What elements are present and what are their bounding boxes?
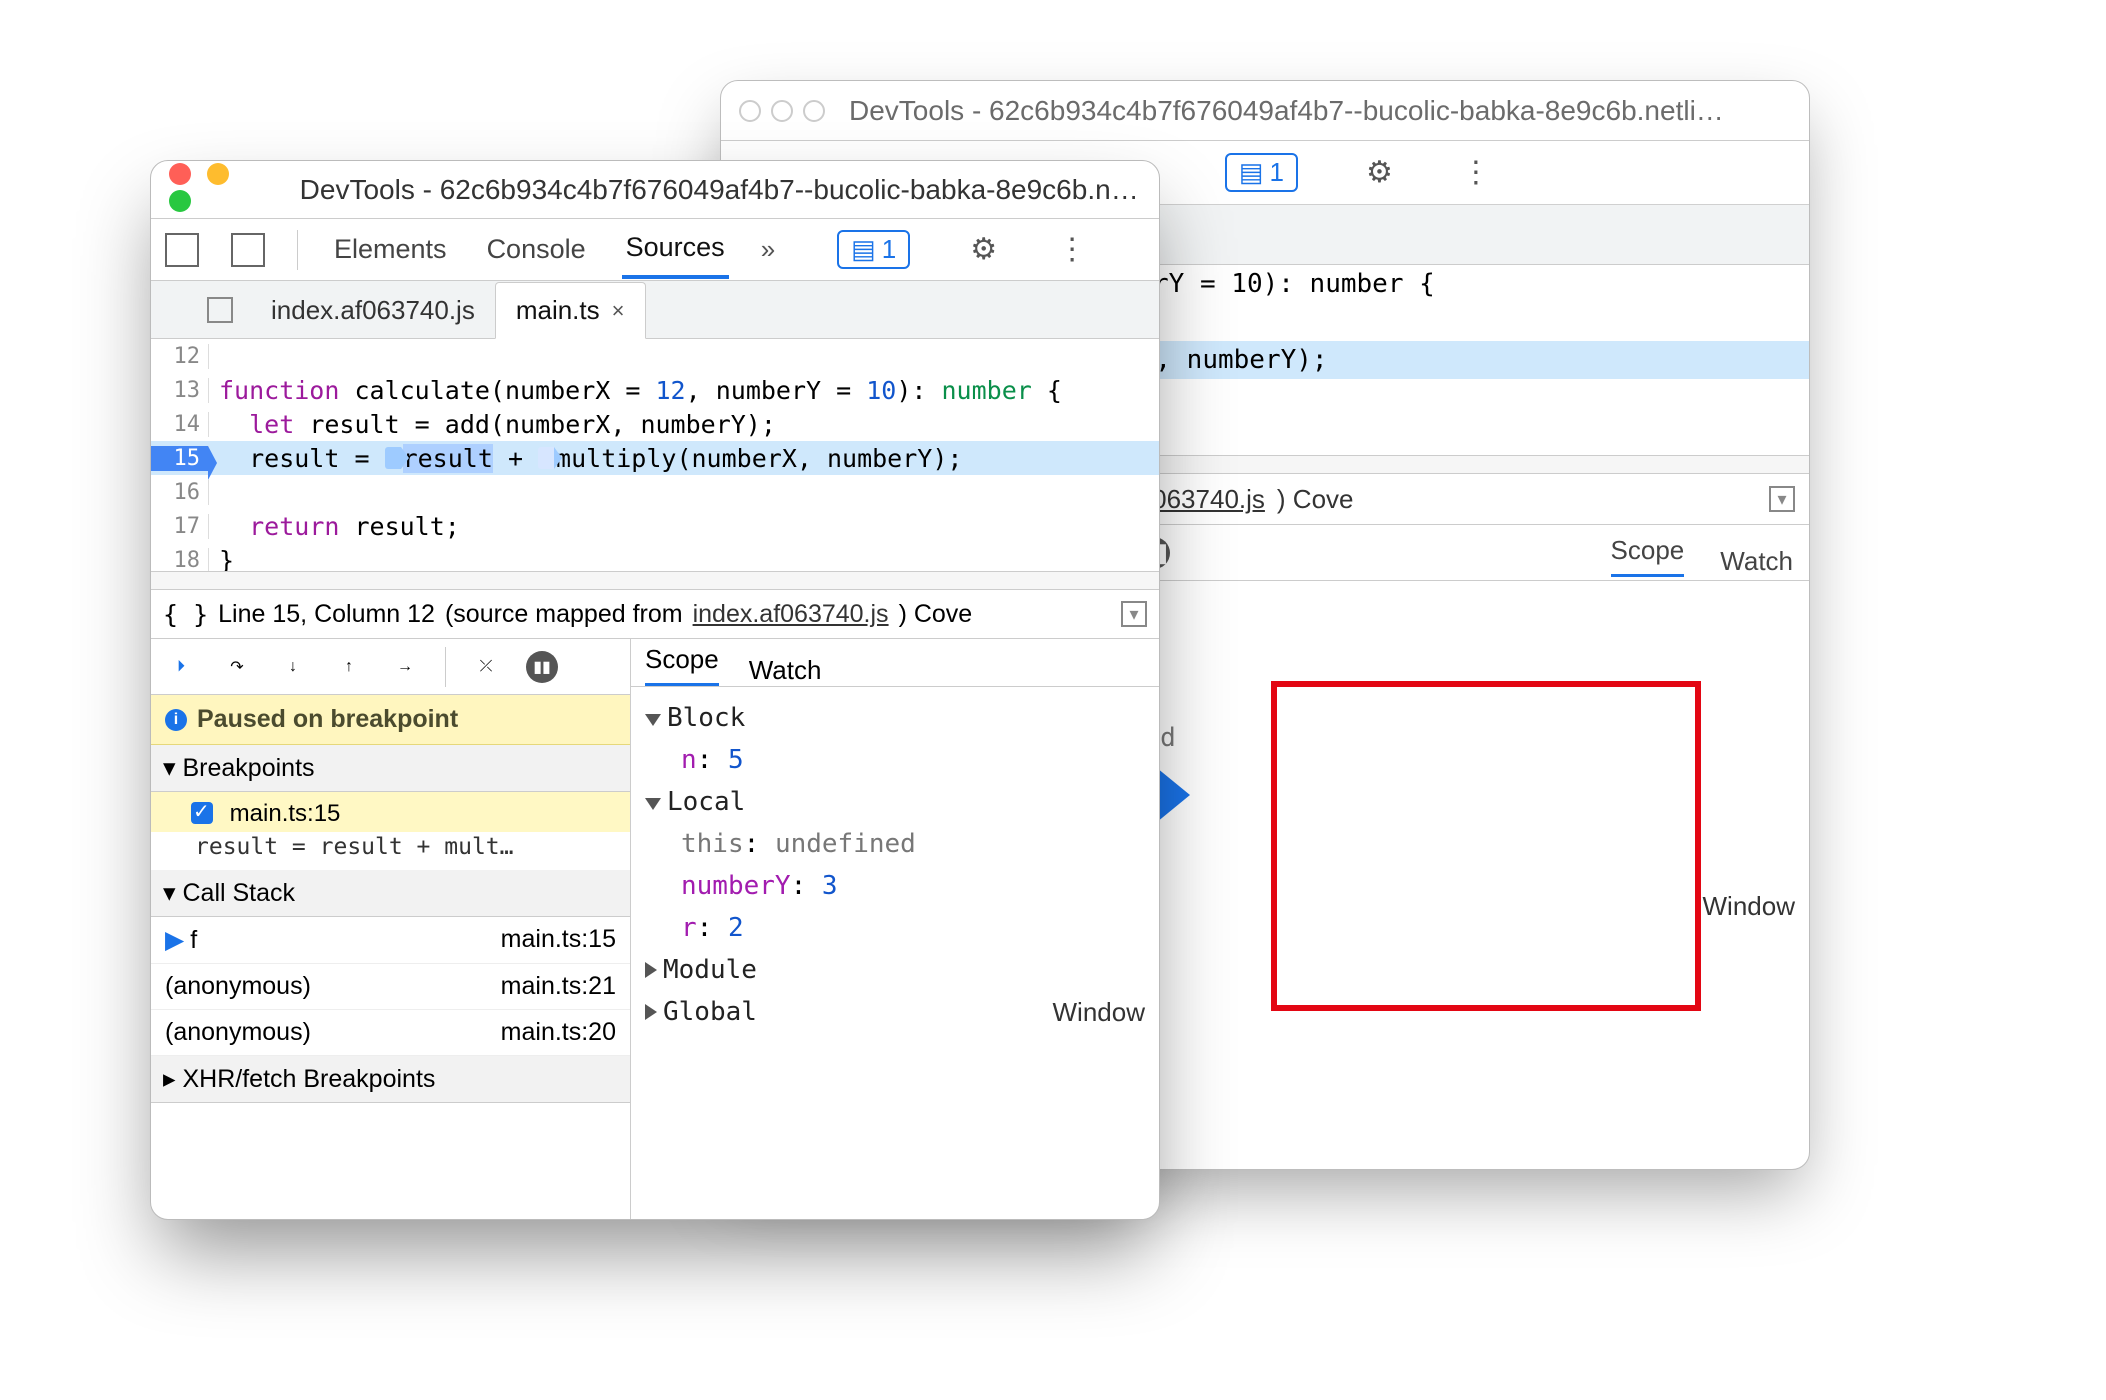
info-icon: i <box>165 709 187 731</box>
issues-badge[interactable]: ▤ 1 <box>1225 153 1298 192</box>
callstack-section[interactable]: ▾ Call Stack <box>151 870 630 917</box>
window-title: DevTools - 62c6b934c4b7f676049af4b7--buc… <box>849 95 1724 127</box>
traffic-minimize-icon[interactable] <box>207 163 229 185</box>
close-icon[interactable]: × <box>612 298 625 324</box>
right-scope-panel: Scope Watch Block n: 5 Local this: undef… <box>631 639 1159 1219</box>
debugger-toolbar: ⏵ ↷ ↓ ↑ → ⤫ ▮▮ <box>151 639 630 695</box>
gear-icon[interactable]: ⚙ <box>970 232 997 267</box>
tab-watch[interactable]: Watch <box>749 655 822 686</box>
tab-scope[interactable]: Scope <box>1611 535 1685 577</box>
issues-count: 1 <box>882 234 896 265</box>
kebab-icon[interactable]: ⋮ <box>1461 155 1491 190</box>
tab-console[interactable]: Console <box>483 222 590 277</box>
tab-scope[interactable]: Scope <box>645 644 719 686</box>
file-tab-indexjs[interactable]: index.af063740.js <box>251 283 495 338</box>
tab-sources[interactable]: Sources <box>622 220 729 279</box>
panel-tabbar: Elements Console Sources » ▤ 1 ⚙ ⋮ <box>151 219 1159 281</box>
traffic-dot-inactive <box>803 100 825 122</box>
step-icon[interactable]: → <box>389 651 421 683</box>
step-into-icon[interactable]: ↓ <box>277 651 309 683</box>
window-title: DevTools - 62c6b934c4b7f676049af4b7--buc… <box>300 174 1141 206</box>
window-titlebar-front: DevTools - 62c6b934c4b7f676049af4b7--buc… <box>151 161 1159 219</box>
stack-frame[interactable]: ▶fmain.ts:15 <box>151 917 630 964</box>
deactivate-breakpoints-icon[interactable]: ⤫ <box>470 651 502 683</box>
tab-watch[interactable]: Watch <box>1720 546 1793 577</box>
pretty-print-icon[interactable]: { } <box>163 600 208 629</box>
coverage-toggle[interactable]: ▾ <box>1769 486 1795 512</box>
code-editor-front[interactable]: 12 13function calculate(numberX = 12, nu… <box>151 339 1159 571</box>
step-marker-icon <box>385 447 401 469</box>
window-titlebar-back: DevTools - 62c6b934c4b7f676049af4b7--buc… <box>721 81 1809 141</box>
traffic-dot-inactive <box>771 100 793 122</box>
traffic-zoom-icon[interactable] <box>169 190 191 212</box>
paused-banner: i Paused on breakpoint <box>151 695 630 745</box>
xhr-breakpoints-section[interactable]: ▸ XHR/fetch Breakpoints <box>151 1056 630 1103</box>
checkbox-icon[interactable] <box>191 802 213 824</box>
breakpoints-section[interactable]: ▾ Breakpoints <box>151 745 630 792</box>
editor-statusbar: { } Line 15, Column 12 (source mapped fr… <box>151 589 1159 639</box>
coverage-toggle[interactable]: ▾ <box>1121 601 1147 627</box>
traffic-dot-inactive <box>739 100 761 122</box>
stack-frame[interactable]: (anonymous)main.ts:21 <box>151 964 630 1010</box>
scope-tabs: Scope Watch <box>631 639 1159 687</box>
left-debug-panel: ⏵ ↷ ↓ ↑ → ⤫ ▮▮ i Paused on breakpoint ▾ … <box>151 639 631 1219</box>
traffic-close-icon[interactable] <box>169 163 191 185</box>
overflow-icon[interactable]: » <box>761 234 775 265</box>
navigator-toggle-icon[interactable] <box>207 297 233 323</box>
tab-elements[interactable]: Elements <box>330 222 451 277</box>
step-over-icon[interactable]: ↷ <box>221 651 253 683</box>
breakpoint-item[interactable]: main.ts:15 <box>151 792 630 832</box>
chat-icon: ▤ <box>851 234 876 265</box>
execution-line: 15 result = result + multiply(numberX, n… <box>151 441 1159 475</box>
inspect-icon[interactable] <box>165 233 199 267</box>
scope-panel-front: Block n: 5 Local this: undefined numberY… <box>631 687 1159 1043</box>
step-out-icon[interactable]: ↑ <box>333 651 365 683</box>
horizontal-scrollbar[interactable] <box>151 571 1159 589</box>
kebab-icon[interactable]: ⋮ <box>1057 232 1087 267</box>
issues-count: 1 <box>1270 157 1284 188</box>
resume-icon[interactable]: ⏵ <box>165 651 197 683</box>
devtools-window-front: DevTools - 62c6b934c4b7f676049af4b7--buc… <box>150 160 1160 1220</box>
stack-frame[interactable]: (anonymous)main.ts:20 <box>151 1010 630 1056</box>
step-marker-icon <box>538 447 554 469</box>
breakpoint-code: result = result + mult… <box>151 832 630 870</box>
device-toggle-icon[interactable] <box>231 233 265 267</box>
file-tab-maints[interactable]: main.ts × <box>495 282 646 339</box>
source-map-link[interactable]: index.af063740.js <box>693 600 889 629</box>
chat-icon: ▤ <box>1239 157 1264 188</box>
pause-exceptions-icon[interactable]: ▮▮ <box>526 651 558 683</box>
gear-icon[interactable]: ⚙ <box>1366 155 1393 190</box>
file-tabbar: index.af063740.js main.ts × <box>151 281 1159 339</box>
issues-badge[interactable]: ▤ 1 <box>837 230 910 269</box>
